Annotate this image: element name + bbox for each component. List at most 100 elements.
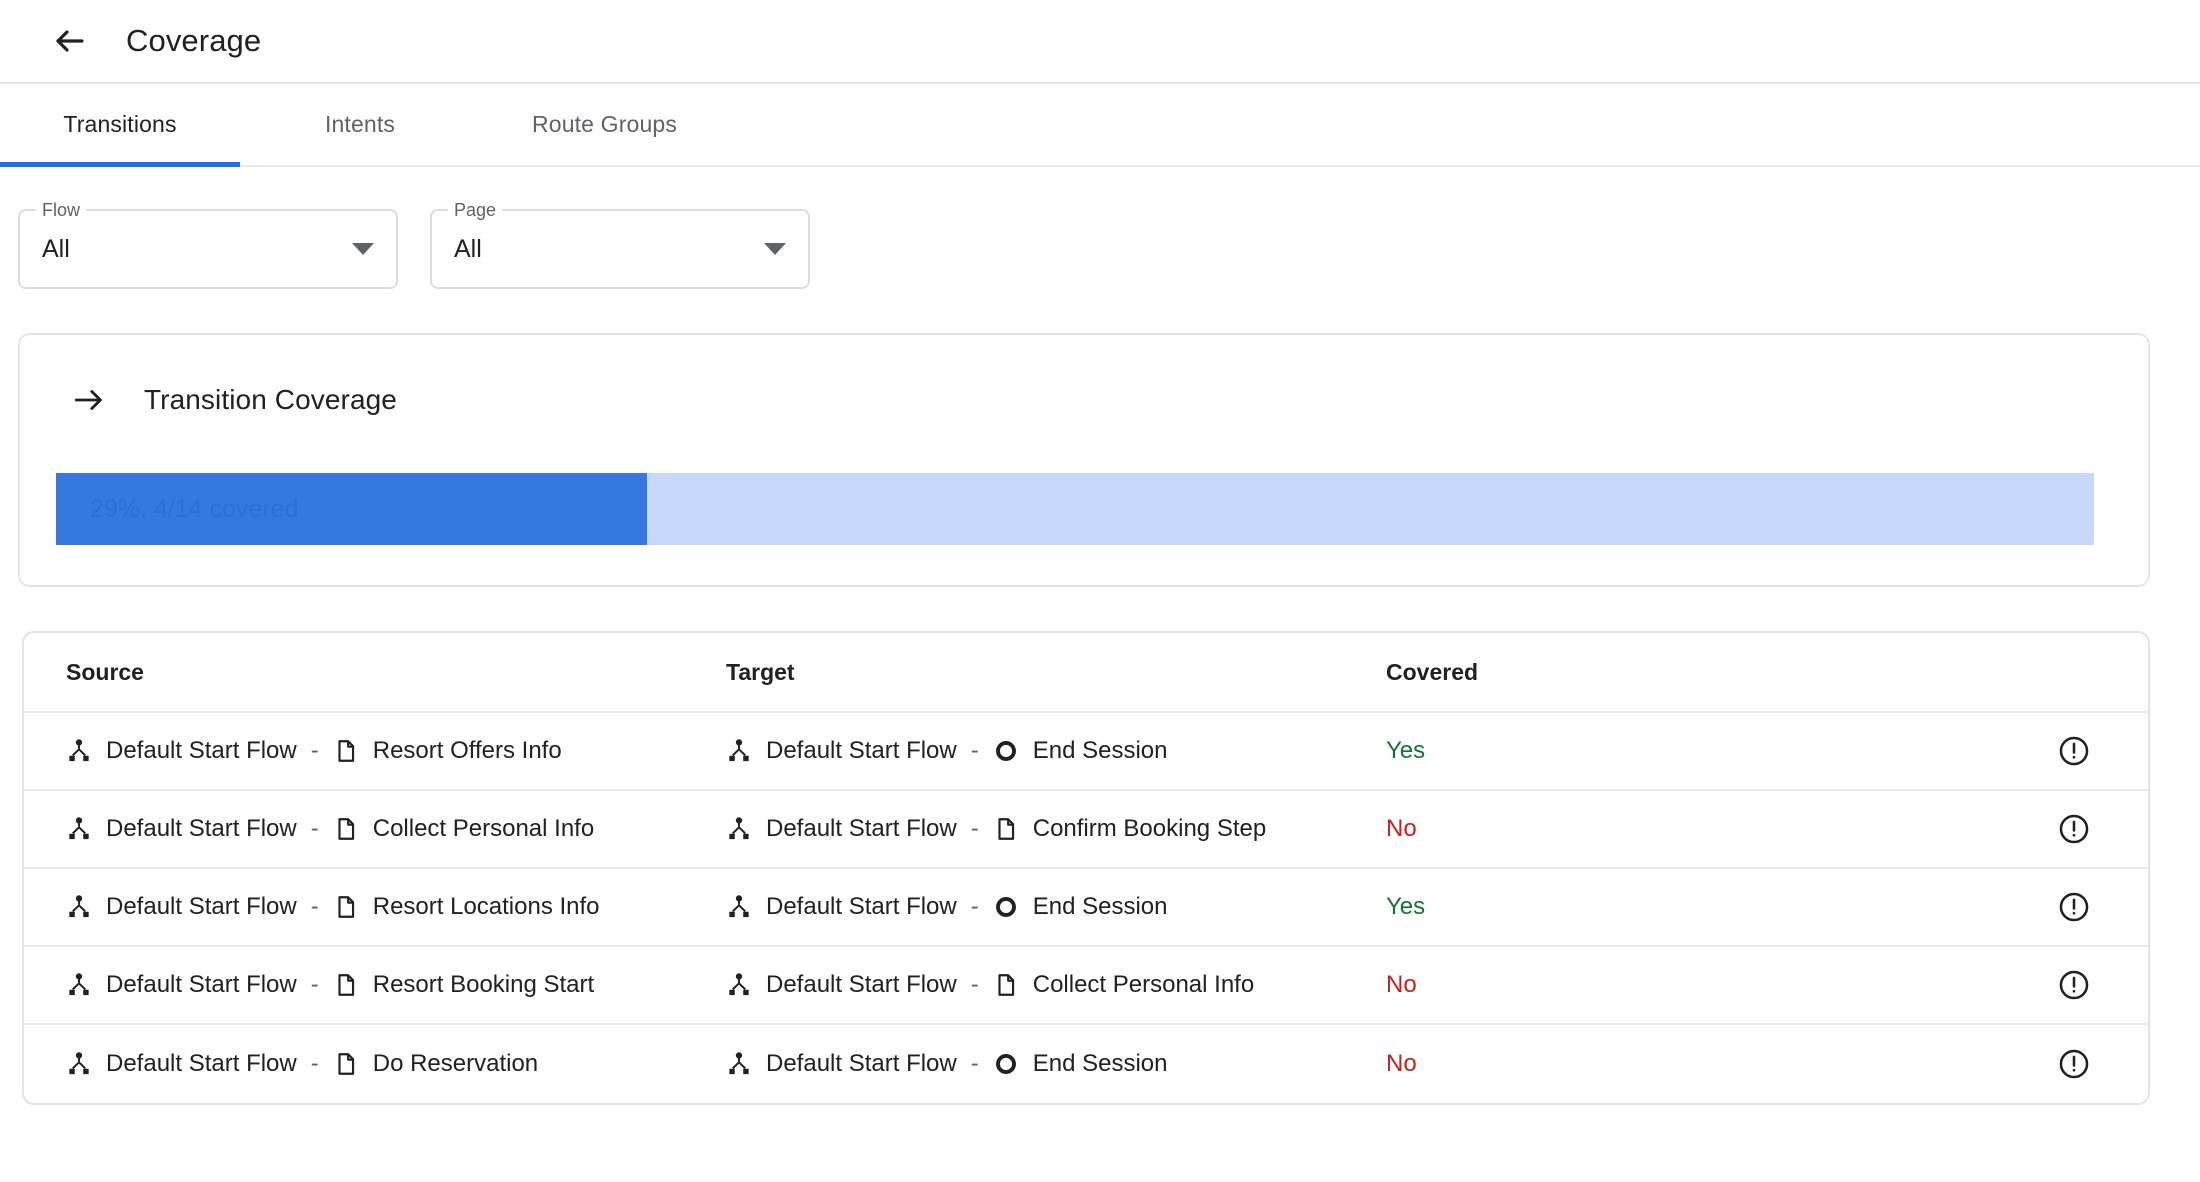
chevron-down-icon <box>764 243 786 255</box>
flow-icon <box>66 738 92 764</box>
source-node-label: Resort Booking Start <box>372 971 595 998</box>
flow-icon <box>66 816 92 842</box>
cell-actions <box>1766 883 2148 931</box>
page-filter-value: All <box>454 234 482 263</box>
target-flow-label: Default Start Flow <box>766 1050 957 1077</box>
tab-label: Transitions <box>63 111 177 137</box>
page-icon <box>333 972 359 998</box>
source-flow: Default Start Flow <box>66 971 297 999</box>
row-info-button[interactable] <box>2050 1040 2098 1088</box>
page-icon <box>333 738 359 764</box>
source-node: Do Reservation <box>333 1050 538 1078</box>
target-flow-label: Default Start Flow <box>766 815 957 842</box>
target-node: End Session <box>993 1050 1168 1078</box>
target-flow: Default Start Flow <box>726 815 957 843</box>
error-circle-icon <box>2057 1047 2091 1081</box>
page-icon <box>333 816 359 842</box>
transitions-table: Source Target Covered Default Start Flow… <box>22 631 2150 1105</box>
flow-icon <box>726 816 752 842</box>
cell-target: Default Start Flow - End Session <box>726 737 1386 765</box>
cell-covered: No <box>1386 815 1766 843</box>
cell-actions <box>1766 727 2148 775</box>
covered-status: No <box>1386 971 1417 998</box>
cell-target: Default Start Flow - End Session <box>726 893 1386 921</box>
source-node: Resort Offers Info <box>333 737 562 765</box>
source-flow-label: Default Start Flow <box>106 893 297 920</box>
column-header-target: Target <box>726 658 795 685</box>
source-flow: Default Start Flow <box>66 1050 297 1078</box>
source-node: Collect Personal Info <box>333 815 594 843</box>
flow-icon <box>726 738 752 764</box>
error-circle-icon <box>2057 890 2091 924</box>
covered-status: No <box>1386 1050 1417 1077</box>
row-info-button[interactable] <box>2050 961 2098 1009</box>
flow-icon <box>66 972 92 998</box>
tab-intents[interactable]: Intents <box>240 84 480 165</box>
covered-status: No <box>1386 815 1417 842</box>
flow-filter-select[interactable]: Flow All <box>18 199 398 289</box>
back-button[interactable] <box>42 13 98 69</box>
target-node-label: End Session <box>1032 737 1168 764</box>
target-separator: - <box>970 1050 979 1077</box>
source-separator: - <box>310 893 319 920</box>
cell-covered: No <box>1386 971 1766 999</box>
source-flow: Default Start Flow <box>66 737 297 765</box>
table-row[interactable]: Default Start Flow - Resort Booking Start D… <box>24 947 2148 1025</box>
target-node: End Session <box>993 893 1168 921</box>
target-flow: Default Start Flow <box>726 1050 957 1078</box>
table-row[interactable]: Default Start Flow - Resort Locations Info… <box>24 869 2148 947</box>
tab-transitions[interactable]: Transitions <box>0 84 240 167</box>
page-filter-label: Page <box>448 199 503 221</box>
flow-icon <box>726 1051 752 1077</box>
cell-covered: No <box>1386 1050 1766 1078</box>
page-icon <box>993 972 1019 998</box>
coverage-progress-bar: 29%, 4/14 covered <box>56 473 2094 545</box>
cell-source: Default Start Flow - Resort Booking Start <box>66 971 726 999</box>
tab-label: Route Groups <box>532 111 677 137</box>
cell-source: Default Start Flow - Do Reservation <box>66 1050 726 1078</box>
source-flow-label: Default Start Flow <box>106 737 297 764</box>
cell-source: Default Start Flow - Collect Personal Info <box>66 815 726 843</box>
coverage-progress-label: 29%, 4/14 covered <box>90 494 299 523</box>
cell-source: Default Start Flow - Resort Offers Info <box>66 737 726 765</box>
target-separator: - <box>970 737 979 764</box>
page-filter-select[interactable]: Page All <box>430 199 810 289</box>
page-icon <box>993 816 1019 842</box>
cell-target: Default Start Flow - End Session <box>726 1050 1386 1078</box>
covered-status: Yes <box>1386 893 1426 920</box>
end-session-icon <box>993 1051 1019 1077</box>
page-icon <box>333 894 359 920</box>
cell-target: Default Start Flow - Collect Personal Info <box>726 971 1386 999</box>
error-circle-icon <box>2057 734 2091 768</box>
row-info-button[interactable] <box>2050 805 2098 853</box>
flow-icon <box>726 972 752 998</box>
arrow-left-icon <box>52 23 88 59</box>
target-separator: - <box>970 893 979 920</box>
target-flow: Default Start Flow <box>726 971 957 999</box>
cell-source: Default Start Flow - Resort Locations Info <box>66 893 726 921</box>
source-node-label: Resort Locations Info <box>372 893 600 920</box>
source-node-label: Do Reservation <box>372 1050 539 1077</box>
error-circle-icon <box>2057 812 2091 846</box>
column-header-source: Source <box>66 658 144 685</box>
source-node-label: Collect Personal Info <box>372 815 595 842</box>
flow-icon <box>726 894 752 920</box>
tab-label: Intents <box>324 111 396 137</box>
table-row[interactable]: Default Start Flow - Resort Offers Info Def… <box>24 713 2148 791</box>
tab-route-groups[interactable]: Route Groups <box>480 84 729 165</box>
cell-actions <box>1766 805 2148 853</box>
coverage-card-header: Transition Coverage <box>20 369 2148 431</box>
transition-coverage-card: Transition Coverage 29%, 4/14 covered <box>18 333 2150 587</box>
target-separator: - <box>970 971 979 998</box>
target-node-label: Collect Personal Info <box>1032 971 1255 998</box>
target-flow: Default Start Flow <box>726 737 957 765</box>
cell-target: Default Start Flow - Confirm Booking Step <box>726 815 1386 843</box>
row-info-button[interactable] <box>2050 883 2098 931</box>
row-info-button[interactable] <box>2050 727 2098 775</box>
table-row[interactable]: Default Start Flow - Do Reservation Default… <box>24 1025 2148 1103</box>
coverage-card-title: Transition Coverage <box>144 384 397 415</box>
target-flow-label: Default Start Flow <box>766 893 957 920</box>
table-row[interactable]: Default Start Flow - Collect Personal Info… <box>24 791 2148 869</box>
source-flow: Default Start Flow <box>66 815 297 843</box>
target-node: Collect Personal Info <box>993 971 1254 999</box>
